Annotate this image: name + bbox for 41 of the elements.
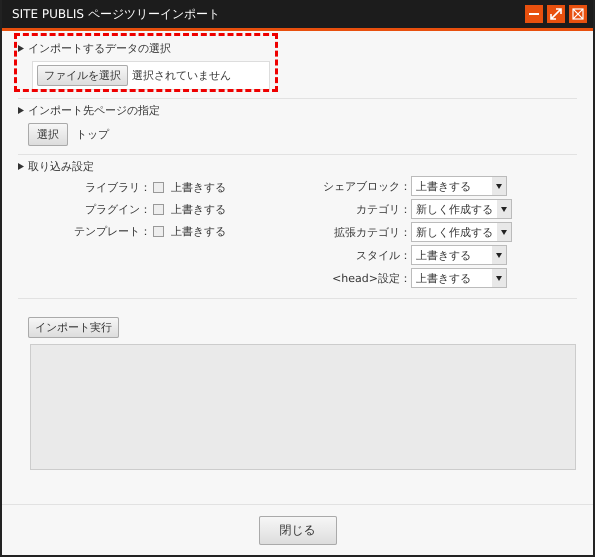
section-heading: 取り込み設定 bbox=[28, 159, 94, 174]
option-label: プラグイン： bbox=[84, 202, 151, 216]
checkbox[interactable] bbox=[153, 204, 164, 214]
window-title: SITE PUBLIS ページツリーインポート bbox=[12, 6, 221, 22]
maximize-icon[interactable] bbox=[547, 5, 565, 23]
expand-triangle-icon bbox=[18, 107, 24, 114]
section-heading: インポート先ページの指定 bbox=[28, 103, 160, 118]
caret-icon bbox=[501, 206, 507, 212]
caret-icon bbox=[496, 252, 502, 258]
option-label: ライブラリ： bbox=[84, 180, 151, 194]
file-status: 選択されていません bbox=[132, 68, 231, 83]
file-field[interactable]: ファイルを選択 選択されていません bbox=[32, 61, 270, 90]
choose-file-button[interactable]: ファイルを選択 bbox=[37, 65, 128, 86]
expand-triangle-icon bbox=[18, 45, 24, 52]
caret-icon bbox=[496, 184, 502, 188]
caret-icon bbox=[496, 276, 502, 280]
expand-triangle-icon bbox=[18, 163, 24, 170]
checkbox-label: 上書きする bbox=[171, 202, 226, 216]
dropdown[interactable]: 上書きする bbox=[411, 268, 507, 288]
option-label: 拡張カテゴリ： bbox=[333, 224, 411, 240]
checkbox[interactable] bbox=[153, 226, 164, 236]
close-icon[interactable] bbox=[569, 5, 587, 23]
minimize-icon[interactable] bbox=[525, 5, 543, 23]
option-label: スタイル： bbox=[355, 248, 411, 262]
checkbox-label: 上書きする bbox=[171, 224, 226, 238]
option-label: カテゴリ： bbox=[355, 202, 411, 216]
option-label: シェアブロック： bbox=[322, 178, 411, 194]
target-page: トップ bbox=[76, 127, 109, 142]
option-label: <head>設定： bbox=[331, 270, 411, 286]
section-heading: インポートするデータの選択 bbox=[28, 41, 171, 56]
import-button[interactable]: インポート実行 bbox=[28, 317, 119, 338]
checkbox-label: 上書きする bbox=[171, 180, 226, 194]
dropdown[interactable]: 新しく作成する bbox=[411, 199, 512, 219]
close-button[interactable]: 閉じる bbox=[258, 516, 336, 544]
dropdown[interactable]: 新しく作成する bbox=[411, 222, 512, 242]
option-label: テンプレート： bbox=[73, 224, 151, 238]
select-button[interactable]: 選択 bbox=[28, 123, 68, 146]
checkbox[interactable] bbox=[153, 182, 164, 192]
caret-icon bbox=[501, 230, 507, 234]
dropdown[interactable]: 上書きする bbox=[411, 176, 507, 196]
dropdown[interactable]: 上書きする bbox=[411, 245, 507, 265]
